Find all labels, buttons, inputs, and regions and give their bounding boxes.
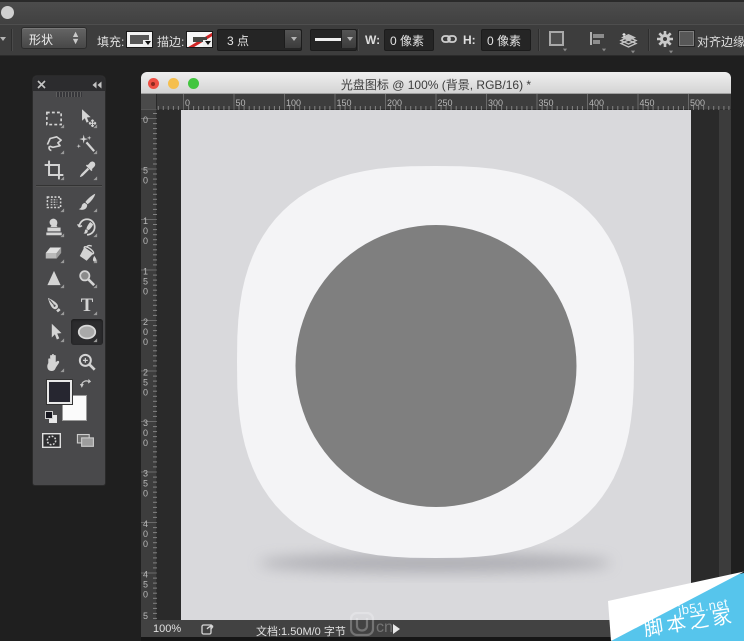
svg-text:0: 0 — [185, 98, 190, 108]
svg-text:0: 0 — [143, 337, 148, 347]
svg-text:5: 5 — [143, 378, 148, 388]
svg-text:cn: cn — [376, 619, 393, 636]
svg-text:5: 5 — [143, 580, 148, 590]
svg-text:4: 4 — [143, 570, 148, 580]
svg-text:T: T — [81, 295, 94, 316]
svg-text:5: 5 — [143, 166, 148, 176]
svg-text:5: 5 — [143, 277, 148, 287]
svg-text:100: 100 — [286, 98, 301, 108]
svg-text:3: 3 — [143, 469, 148, 479]
svg-text:450: 450 — [640, 98, 655, 108]
svg-text:0: 0 — [143, 287, 148, 297]
svg-text:350: 350 — [539, 98, 554, 108]
svg-text:50: 50 — [236, 98, 246, 108]
svg-text:0: 0 — [143, 115, 148, 125]
svg-text:2: 2 — [143, 317, 148, 327]
svg-text:4: 4 — [143, 519, 148, 529]
svg-text:150: 150 — [337, 98, 352, 108]
svg-text:5: 5 — [143, 611, 148, 620]
svg-text:400: 400 — [589, 98, 604, 108]
svg-text:0: 0 — [143, 236, 148, 246]
svg-text:0: 0 — [143, 428, 148, 438]
svg-text:0: 0 — [143, 327, 148, 337]
svg-text:200: 200 — [387, 98, 402, 108]
svg-text:0: 0 — [143, 438, 148, 448]
svg-text:3: 3 — [143, 418, 148, 428]
svg-text:0: 0 — [143, 539, 148, 549]
svg-text:1: 1 — [143, 267, 148, 277]
svg-text:0: 0 — [143, 176, 148, 186]
svg-text:500: 500 — [690, 98, 705, 108]
svg-text:0: 0 — [143, 226, 148, 236]
svg-text:0: 0 — [143, 388, 148, 398]
svg-text:0: 0 — [143, 590, 148, 600]
svg-text:1: 1 — [143, 216, 148, 226]
svg-text:0: 0 — [143, 529, 148, 539]
svg-text:5: 5 — [143, 479, 148, 489]
svg-text:2: 2 — [143, 368, 148, 378]
svg-text:300: 300 — [488, 98, 503, 108]
svg-text:250: 250 — [438, 98, 453, 108]
svg-text:0: 0 — [143, 489, 148, 499]
